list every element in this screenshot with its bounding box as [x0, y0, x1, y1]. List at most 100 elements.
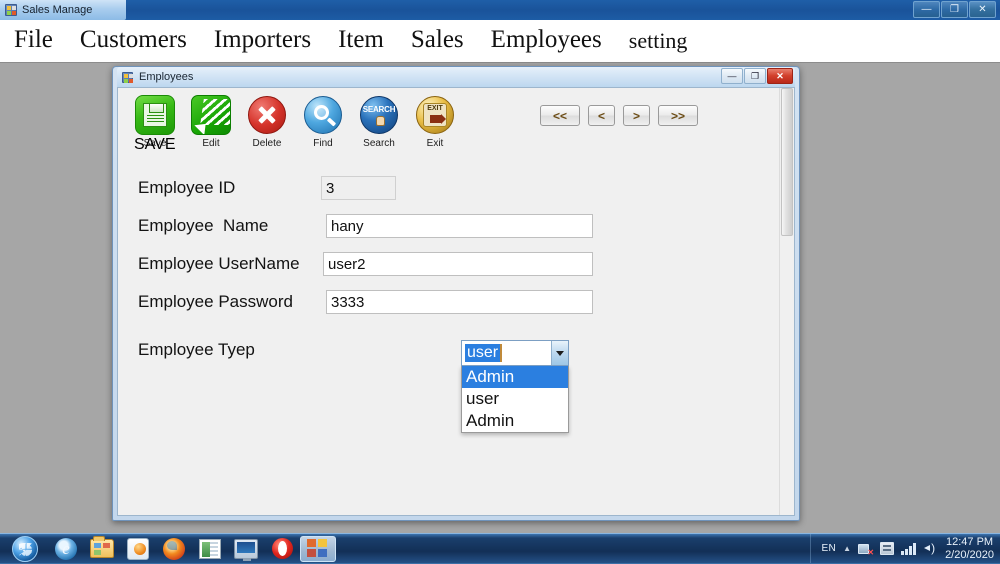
first-record-button[interactable]: <<	[540, 105, 580, 126]
find-button[interactable]: Find	[300, 94, 346, 149]
employees-child-window: Employees — ❐ ✕ SAVE Save Edit Delete Fi…	[112, 66, 800, 521]
employee-type-dropdown-list[interactable]: Admin user Admin	[461, 366, 569, 433]
taskbar-item-spreadsheet[interactable]	[192, 535, 228, 563]
employee-password-input[interactable]: 3333	[326, 290, 593, 314]
taskbar-item-opera[interactable]	[264, 535, 300, 563]
firefox-icon	[163, 537, 185, 560]
taskbar-item-firefox[interactable]	[156, 535, 192, 563]
menu-item-employees[interactable]: Employees	[491, 27, 602, 52]
volume-icon[interactable]	[923, 541, 938, 555]
menu-item-setting[interactable]: setting	[629, 30, 688, 52]
employees-window-title: Employees	[139, 71, 194, 83]
field-row-employee-password: Employee Password 3333	[138, 290, 794, 314]
main-window-titlebar: Sales Manage — ❐ ✕	[0, 0, 1000, 20]
field-row-employee-id: Employee ID 3	[138, 176, 794, 200]
taskbar-item-sales-manage[interactable]	[300, 535, 336, 562]
save-icon-wordmark: SAVE	[134, 136, 176, 153]
edit-icon	[190, 94, 232, 136]
employee-type-combobox-closed-part[interactable]: user	[461, 340, 569, 366]
employee-username-input[interactable]: user2	[323, 252, 593, 276]
search-button[interactable]: SEARCH Search	[356, 94, 402, 149]
delete-button-label: Delete	[252, 138, 282, 149]
maximize-button[interactable]: ❐	[941, 1, 968, 18]
visual-studio-form-icon	[122, 71, 133, 83]
windows-taskbar: EN ▲ 12:47 PM 2/20/2020	[0, 533, 1000, 563]
desktop-wallpaper: Sales Manage — ❐ ✕ File Customers Import…	[0, 0, 1000, 563]
taskbar-item-media-player[interactable]	[120, 535, 156, 563]
delete-icon	[246, 94, 288, 136]
input-language-indicator[interactable]: EN	[821, 543, 836, 554]
taskbar-item-file-explorer[interactable]	[84, 535, 120, 563]
exit-button[interactable]: EXIT Exit	[412, 94, 458, 149]
delete-button[interactable]: Delete	[244, 94, 290, 149]
signal-bars-icon[interactable]	[901, 542, 916, 555]
network-disconnected-icon[interactable]	[858, 542, 874, 557]
file-explorer-icon	[90, 536, 114, 558]
employee-name-label: Employee Name	[138, 216, 269, 235]
exit-icon-wordmark: EXIT	[427, 105, 443, 112]
employee-name-input[interactable]: hany	[326, 214, 593, 238]
employee-type-selected-value: user	[462, 341, 551, 365]
minimize-button[interactable]: —	[913, 1, 940, 18]
find-button-label: Find	[313, 138, 333, 149]
action-center-icon[interactable]	[880, 542, 895, 555]
main-window-title: Sales Manage	[22, 4, 93, 16]
chevron-down-icon[interactable]	[551, 341, 568, 365]
previous-record-button[interactable]: <	[588, 105, 615, 126]
employee-id-input[interactable]: 3	[321, 176, 396, 200]
last-record-button[interactable]: >>	[658, 105, 698, 126]
menu-item-file[interactable]: File	[14, 27, 53, 52]
taskbar-item-remote-desktop[interactable]	[228, 535, 264, 563]
taskbar-item-internet-explorer[interactable]	[48, 535, 84, 563]
employee-type-selected-text: user	[465, 344, 503, 362]
dropdown-option-admin-2[interactable]: Admin	[462, 410, 568, 432]
field-row-employee-username: Employee UserName user2	[138, 252, 794, 276]
menu-item-importers[interactable]: Importers	[214, 27, 311, 52]
dropdown-option-user[interactable]: user	[462, 388, 568, 410]
visual-studio-form-icon	[5, 4, 17, 16]
employees-form-body: SAVE Save Edit Delete Find SEARCH Search…	[117, 87, 795, 516]
employees-titlebar: Employees — ❐ ✕	[117, 67, 795, 87]
find-icon	[302, 94, 344, 136]
mdi-client-area: Employees — ❐ ✕ SAVE Save Edit Delete Fi…	[0, 62, 1000, 533]
start-button[interactable]	[2, 534, 48, 564]
dropdown-option-admin-1[interactable]: Admin	[462, 366, 568, 388]
main-window-controls: — ❐ ✕	[913, 1, 996, 18]
search-icon: SEARCH	[358, 94, 400, 136]
employees-window-controls: — ❐ ✕	[721, 68, 793, 84]
next-record-button[interactable]: >	[623, 105, 650, 126]
main-titlebar-label-group: Sales Manage	[0, 0, 127, 20]
child-close-button[interactable]: ✕	[767, 68, 793, 84]
record-navigation-group: << < > >>	[540, 105, 698, 126]
edit-button-label: Edit	[202, 138, 220, 149]
menu-item-customers[interactable]: Customers	[80, 27, 187, 52]
employee-password-label: Employee Password	[138, 292, 293, 311]
clock-date: 2/20/2020	[945, 548, 994, 561]
employees-vertical-scrollbar[interactable]	[779, 88, 794, 515]
employee-form: Employee ID 3 Employee Name hany Employe…	[118, 176, 794, 433]
child-minimize-button[interactable]: —	[721, 68, 743, 84]
save-button[interactable]: SAVE Save	[132, 94, 178, 153]
menu-item-item[interactable]: Item	[338, 27, 384, 52]
child-maximize-button[interactable]: ❐	[744, 68, 766, 84]
clock[interactable]: 12:47 PM 2/20/2020	[945, 536, 994, 561]
save-icon: SAVE	[134, 94, 176, 153]
employee-id-label: Employee ID	[138, 178, 236, 197]
main-application-window: Sales Manage — ❐ ✕ File Customers Import…	[0, 0, 1000, 533]
sales-manage-app-icon	[307, 538, 329, 559]
exit-button-label: Exit	[426, 138, 444, 149]
show-hidden-icons-caret[interactable]: ▲	[843, 544, 851, 553]
field-row-employee-name: Employee Name hany	[138, 214, 794, 238]
scrollbar-thumb[interactable]	[781, 88, 793, 236]
edit-button[interactable]: Edit	[188, 94, 234, 149]
close-button[interactable]: ✕	[969, 1, 996, 18]
employee-type-label: Employee Tyep	[138, 340, 255, 359]
main-menubar: File Customers Importers Item Sales Empl…	[0, 20, 1000, 62]
menu-item-sales[interactable]: Sales	[411, 27, 464, 52]
opera-icon	[271, 538, 293, 559]
employee-type-combobox[interactable]: user Admin user Admin	[461, 340, 569, 433]
field-row-employee-type: Employee Tyep user Admin user Admin	[138, 340, 794, 433]
internet-explorer-icon	[55, 537, 77, 560]
search-button-label: Search	[363, 138, 395, 149]
spreadsheet-app-icon	[199, 538, 221, 559]
